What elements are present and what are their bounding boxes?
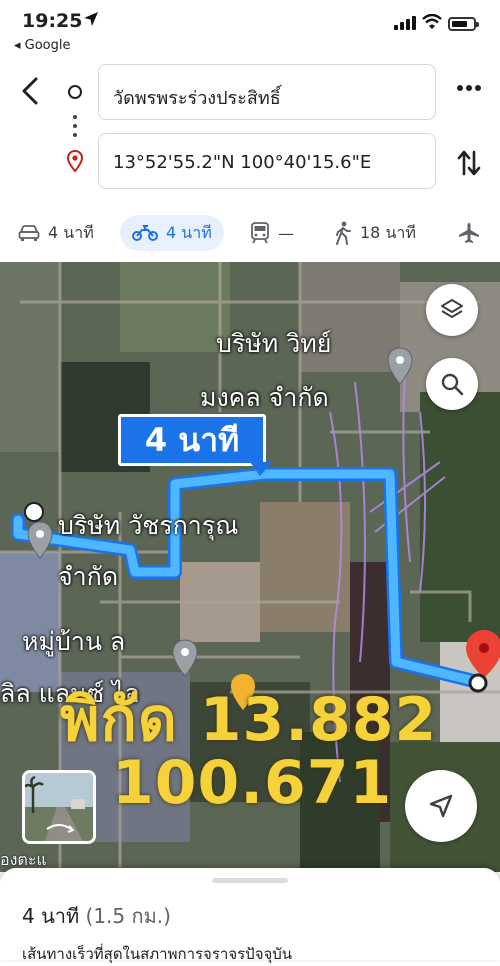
directions-header: วัดพรพระร่วงประสิทธิ์ 13°52'55.2"N 100°4… bbox=[0, 60, 500, 200]
walk-icon bbox=[336, 221, 351, 245]
origin-circle-icon bbox=[68, 85, 82, 99]
sheet-drag-handle[interactable] bbox=[212, 878, 288, 883]
overlay-coordinate-line2: 100.671 bbox=[112, 748, 393, 818]
mode-tab-transit[interactable]: — bbox=[250, 215, 294, 251]
navigation-arrow-icon bbox=[429, 794, 453, 818]
map-label-company-1-line2: มงคล จำกัด bbox=[200, 383, 329, 412]
motorbike-icon bbox=[132, 225, 158, 241]
back-to-google-link[interactable]: ◂ Google bbox=[14, 38, 71, 53]
map-view[interactable]: บริษัท วิทย์ มงคล จำกัด บริษัท วัชรการุณ… bbox=[0, 262, 500, 872]
mode-tab-flight[interactable] bbox=[458, 215, 480, 251]
mode-car-label: 4 นาที bbox=[48, 222, 94, 242]
mode-walk-label: 18 นาที bbox=[360, 222, 416, 242]
route-distance: (1.5 กม.) bbox=[85, 904, 171, 928]
search-along-route-button[interactable] bbox=[426, 358, 478, 410]
swap-icon[interactable] bbox=[456, 148, 482, 178]
map-label-company-2-line1: บริษัท วัชรการุณ bbox=[58, 511, 239, 540]
search-icon bbox=[441, 373, 464, 396]
car-icon bbox=[18, 225, 40, 241]
destination-pin-icon bbox=[66, 150, 84, 172]
travel-mode-tabs: 4 นาที 4 นาที — 18 นาที bbox=[0, 205, 500, 260]
battery-icon bbox=[448, 17, 479, 31]
wifi-icon bbox=[422, 14, 442, 29]
destination-input[interactable]: 13°52'55.2"N 100°40'15.6"E bbox=[98, 133, 436, 189]
flight-icon bbox=[459, 223, 479, 243]
mode-transit-label: — bbox=[278, 223, 294, 243]
map-label-company-2-line2: จำกัด bbox=[58, 562, 119, 591]
origin-input[interactable]: วัดพรพระร่วงประสิทธิ์ bbox=[98, 64, 436, 120]
layers-button[interactable] bbox=[426, 284, 478, 336]
transit-icon bbox=[251, 222, 269, 244]
mode-motorbike-label: 4 นาที bbox=[166, 222, 212, 242]
route-description: เส้นทางเร็วที่สุดในสภาพการจราจรปัจจุบัน bbox=[22, 945, 293, 963]
mode-tab-walk[interactable]: 18 นาที bbox=[334, 215, 416, 251]
route-summary-sheet[interactable]: 4 นาที (1.5 กม.) เส้นทางเร็วที่สุดในสภาพ… bbox=[0, 868, 500, 963]
mode-tab-motorbike[interactable]: 4 นาที bbox=[120, 215, 224, 251]
map-label-village-line1: หมู่บ้าน ล bbox=[22, 627, 126, 656]
route-dots-icon bbox=[73, 115, 77, 142]
street-view-image bbox=[25, 773, 93, 841]
layers-icon bbox=[441, 299, 463, 318]
street-view-thumbnail[interactable] bbox=[22, 770, 96, 844]
route-duration-row: 4 นาที (1.5 กม.) bbox=[22, 900, 171, 932]
status-bar: 19:25 ◂ Google bbox=[0, 0, 500, 60]
back-arrow-icon[interactable] bbox=[18, 76, 44, 106]
route-duration: 4 นาที bbox=[22, 904, 80, 928]
location-arrow-icon bbox=[84, 12, 98, 26]
status-time: 19:25 bbox=[22, 10, 83, 32]
map-label-company-1-line1: บริษัท วิทย์ bbox=[216, 329, 332, 358]
recenter-button[interactable] bbox=[405, 770, 477, 842]
more-options-icon[interactable] bbox=[456, 82, 482, 94]
cellular-signal-icon bbox=[394, 16, 416, 30]
mode-tab-car[interactable]: 4 นาที bbox=[18, 215, 94, 251]
route-eta-callout-tail bbox=[250, 462, 272, 476]
route-eta-callout[interactable]: 4 นาที bbox=[118, 414, 266, 466]
